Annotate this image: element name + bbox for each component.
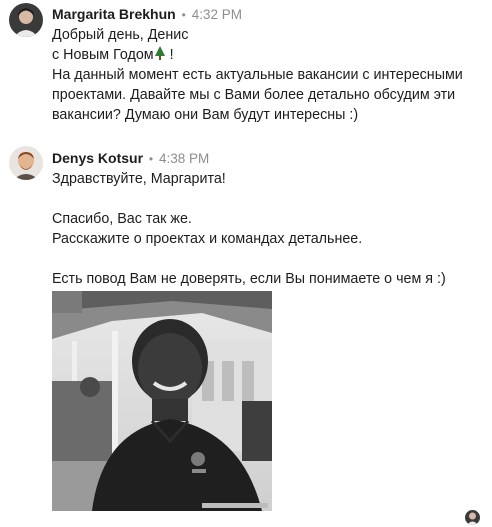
separator-dot: • — [181, 8, 186, 22]
message-item: Margarita Brekhun • 4:32 PM Добрый день,… — [0, 0, 492, 130]
message-line: Есть повод Вам не доверять, если Вы пони… — [52, 271, 446, 287]
timestamp: 4:38 PM — [159, 151, 210, 166]
message-line: Здравствуйте, Маргарита! — [52, 171, 226, 187]
message-text: с Новым Годом — [52, 47, 154, 63]
photo-attachment[interactable] — [52, 291, 272, 511]
message-line: Добрый день, Денис — [52, 27, 189, 43]
message-line: вакансии? Думаю они Вам будут интересны … — [52, 107, 359, 123]
message-line: На данный момент есть актуальные ваканси… — [52, 67, 463, 83]
avatar[interactable] — [9, 3, 43, 37]
separator-dot: • — [148, 152, 154, 166]
message-text: ! — [165, 47, 174, 63]
message-header: Denys Kotsur • 4:38 PM — [52, 150, 209, 166]
message-body: Здравствуйте, Маргарита! Спасибо, Вас та… — [52, 169, 482, 289]
read-receipt-avatar — [465, 510, 480, 525]
message-header: Margarita Brekhun • 4:32 PM — [52, 6, 242, 22]
tree-emoji-icon — [154, 46, 166, 62]
sender-name[interactable]: Margarita Brekhun — [52, 6, 176, 22]
message-line: Расскажите о проектах и командах детальн… — [52, 231, 363, 247]
message-body: Добрый день, Денис с Новым Годом ! На да… — [52, 25, 482, 125]
message-line: Спасибо, Вас так же. — [52, 211, 192, 227]
timestamp: 4:32 PM — [191, 7, 242, 22]
message-line: с Новым Годом ! — [52, 45, 482, 65]
avatar[interactable] — [9, 146, 43, 180]
message-line: проектами. Давайте мы с Вами более детал… — [52, 87, 456, 103]
sender-name[interactable]: Denys Kotsur — [52, 150, 143, 166]
